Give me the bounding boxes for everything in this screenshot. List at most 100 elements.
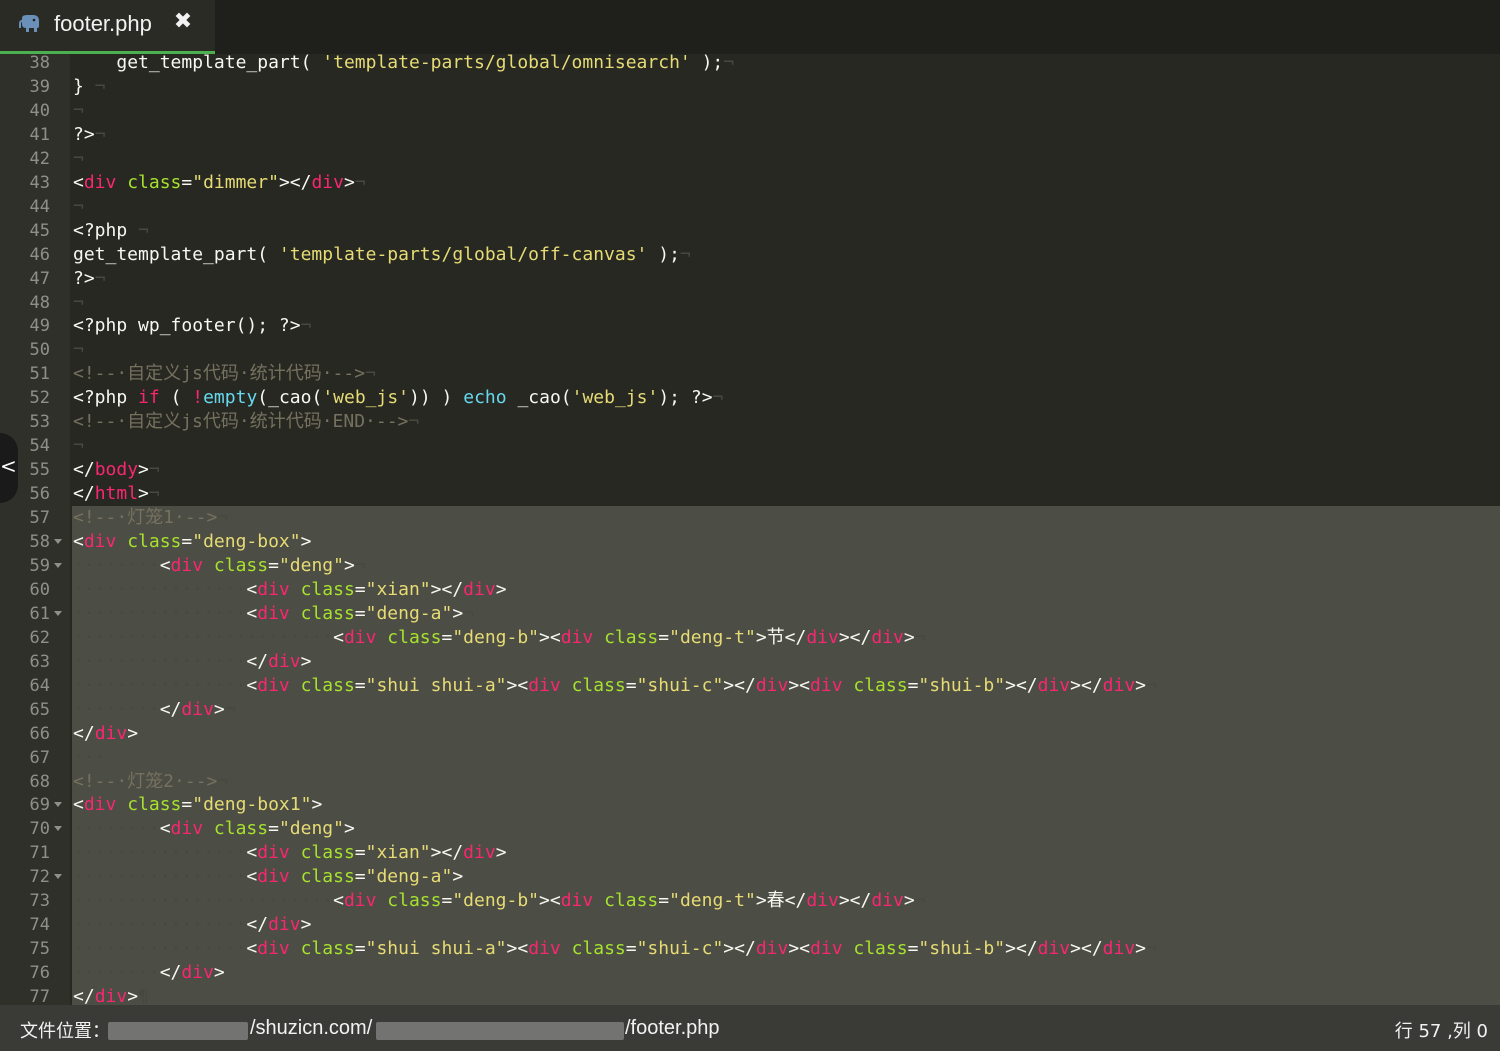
code-line[interactable]: 53 <!--·自定义js代码·统计代码·END·-->¬ bbox=[0, 410, 1500, 434]
code-token: = bbox=[625, 674, 637, 696]
code-line[interactable]: 39} ¬ bbox=[0, 75, 1500, 99]
fold-arrow-icon[interactable] bbox=[54, 610, 62, 616]
code-line[interactable]: 45 <?php ¬ bbox=[0, 219, 1500, 243]
code-line[interactable]: 60 ················<div class="xian"></di… bbox=[0, 578, 1500, 602]
fold-arrow-icon[interactable] bbox=[54, 539, 62, 544]
code-line[interactable]: 38 get_template_part( 'template-parts/gl… bbox=[0, 54, 1500, 75]
code-line[interactable]: 61 ················<div class="deng-a">¬ bbox=[0, 602, 1500, 626]
code-token: ¬ bbox=[127, 219, 149, 241]
code-line[interactable]: 58 <div class="deng-box"> bbox=[0, 530, 1500, 554]
code-token: ········ bbox=[73, 554, 160, 576]
code-token: ?> bbox=[278, 315, 301, 337]
code-line[interactable]: 70 ········<div class="deng"> bbox=[0, 817, 1500, 841]
code-token: ¬ bbox=[217, 770, 229, 792]
code-token: < bbox=[159, 818, 171, 840]
code-token: ¬ bbox=[723, 54, 735, 73]
code-line[interactable]: 59 ········<div class="deng">¬ bbox=[0, 554, 1500, 578]
code-token: div bbox=[257, 866, 290, 888]
code-token: div bbox=[1102, 938, 1136, 960]
code-token: ¬ bbox=[914, 626, 926, 648]
line-number: 51 bbox=[29, 364, 50, 385]
code-line[interactable]: 50 ¬ bbox=[0, 338, 1500, 362]
code-line[interactable]: 71 ················<div class="xian"></di… bbox=[0, 841, 1500, 865]
line-number: 58 bbox=[29, 532, 50, 552]
code-token: >节</ bbox=[755, 626, 807, 648]
code-line[interactable]: 49 <?php wp_footer(); ?>¬ bbox=[0, 314, 1500, 338]
code-line[interactable]: 66 </div> bbox=[0, 722, 1500, 746]
code-line[interactable]: 55 </body>¬ bbox=[0, 458, 1500, 482]
code-line[interactable]: 44 ¬ bbox=[0, 195, 1500, 219]
code-token: (_cao( bbox=[257, 387, 323, 409]
code-token: > bbox=[343, 818, 355, 840]
code-token: "deng-b" bbox=[452, 626, 540, 648]
code-token: "deng-b" bbox=[452, 890, 540, 912]
code-line[interactable]: 42 ¬ bbox=[0, 147, 1500, 171]
code-line[interactable]: 62 ························<div class="de… bbox=[0, 626, 1500, 650]
code-token: class bbox=[853, 938, 908, 960]
code-token: ················ bbox=[73, 842, 247, 864]
code-token: class bbox=[127, 171, 182, 193]
code-line[interactable]: 64 ················<div class="shui shui-… bbox=[0, 674, 1500, 698]
code-line[interactable]: 75 ················<div class="shui shui-… bbox=[0, 937, 1500, 961]
fold-arrow-icon[interactable] bbox=[54, 802, 62, 808]
code-token: <?php bbox=[73, 387, 128, 409]
code-token: > bbox=[138, 459, 149, 481]
line-number: 75 bbox=[29, 939, 50, 960]
code-line[interactable]: 48 ¬ bbox=[0, 291, 1500, 315]
code-line[interactable]: 73 ························<div class="de… bbox=[0, 889, 1500, 913]
code-line[interactable]: 67 ··· bbox=[0, 746, 1500, 770]
code-line[interactable]: 57 <!--·灯笼1·-->¬ bbox=[0, 506, 1500, 530]
code-text: ················<div class="deng-a">¬ bbox=[73, 602, 474, 626]
tab-footer-php[interactable]: footer.php ✖ bbox=[0, 0, 215, 54]
code-token: div bbox=[463, 578, 496, 600]
line-number: 76 bbox=[29, 963, 50, 984]
code-line[interactable]: 46 get_template_part( 'template-parts/glo… bbox=[0, 243, 1500, 267]
code-token: class bbox=[853, 674, 908, 696]
code-token: empty bbox=[203, 387, 258, 409]
code-token: class bbox=[300, 674, 355, 696]
code-line[interactable]: 76 ········</div> bbox=[0, 961, 1500, 985]
code-line[interactable]: 72 ················<div class="deng-a"> bbox=[0, 865, 1500, 889]
code-line[interactable]: 54 ¬ bbox=[0, 434, 1500, 458]
code-token: "shui shui-a" bbox=[365, 674, 507, 696]
code-line[interactable]: 51 <!--·自定义js代码·统计代码·-->¬ bbox=[0, 362, 1500, 386]
code-token: div bbox=[871, 890, 904, 912]
code-token: > bbox=[452, 866, 464, 888]
code-token: ¬ bbox=[148, 459, 160, 481]
code-line[interactable]: 69 <div class="deng-box1"> bbox=[0, 793, 1500, 817]
code-line[interactable]: 77 </div>¶ bbox=[0, 985, 1500, 1005]
code-line[interactable]: 63 ················</div> bbox=[0, 650, 1500, 674]
code-text: </html>¬ bbox=[73, 482, 160, 506]
code-token: div bbox=[560, 626, 594, 648]
code-token: > bbox=[213, 698, 225, 720]
code-token: "deng" bbox=[278, 818, 344, 840]
code-token: div bbox=[83, 171, 117, 193]
fold-arrow-icon[interactable] bbox=[54, 874, 62, 880]
code-token: > bbox=[213, 962, 225, 984]
code-token: div bbox=[528, 674, 561, 696]
code-line[interactable]: 68 <!--·灯笼2·-->¬ bbox=[0, 770, 1500, 794]
code-line[interactable]: 41 ?>¬ bbox=[0, 123, 1500, 147]
code-line[interactable]: 65 ········</div>¬ bbox=[0, 698, 1500, 722]
code-line[interactable]: 43 <div class="dimmer"></div>¬ bbox=[0, 171, 1500, 195]
code-line[interactable]: 47 ?>¬ bbox=[0, 267, 1500, 291]
code-line[interactable]: 56 </html>¬ bbox=[0, 482, 1500, 506]
code-token: ¬ bbox=[83, 75, 106, 97]
fold-arrow-icon[interactable] bbox=[54, 562, 62, 568]
code-token: div bbox=[94, 986, 128, 1005]
line-number: 47 bbox=[29, 268, 50, 289]
code-token: = bbox=[658, 890, 670, 912]
code-line[interactable]: 74 ················</div> bbox=[0, 913, 1500, 937]
line-number: 57 bbox=[29, 508, 50, 529]
code-token: = bbox=[354, 866, 366, 888]
code-token: div bbox=[181, 962, 214, 984]
php-elephant-icon bbox=[18, 14, 42, 34]
code-line[interactable]: 52 <?php if ( !empty(_cao('web_js')) ) ec… bbox=[0, 386, 1500, 410]
fold-arrow-icon[interactable] bbox=[54, 826, 62, 832]
code-editor[interactable]: 38 get_template_part( 'template-parts/gl… bbox=[0, 54, 1500, 1005]
code-line[interactable]: 40 ¬ bbox=[0, 99, 1500, 123]
close-icon[interactable]: ✖ bbox=[172, 9, 194, 35]
